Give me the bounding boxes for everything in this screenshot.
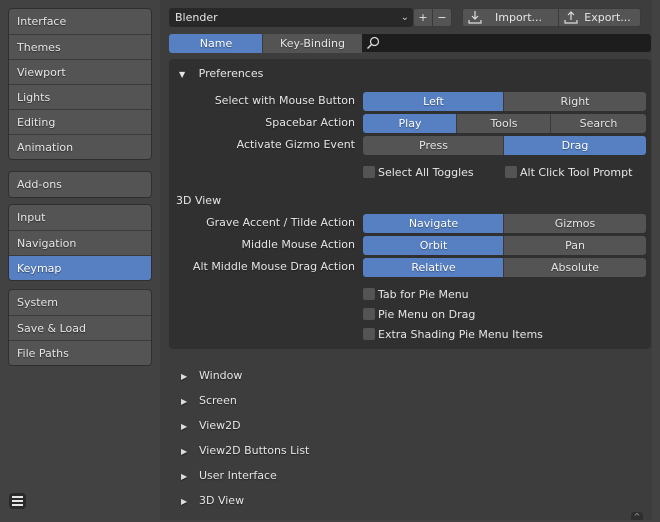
expanded-triangle-icon: ▼ [179, 70, 186, 79]
section-label: View2D [199, 419, 241, 432]
sidebar-item-editing[interactable]: Editing [9, 109, 151, 134]
filter-tab-key-binding[interactable]: Key-Binding [262, 34, 362, 53]
search-icon [367, 36, 380, 49]
pie-menu-on-drag-label: Pie Menu on Drag [378, 308, 476, 321]
section-label: 3D View [199, 494, 245, 507]
section-label: View2D Buttons List [199, 444, 310, 457]
nav-group-general: Interface Themes Viewport Lights Editing… [8, 8, 152, 160]
hamburger-menu-icon[interactable] [9, 493, 26, 509]
nav-group-input: Input Navigation Keymap [8, 204, 152, 281]
checkbox-box [505, 166, 517, 178]
checkbox-box [363, 328, 375, 340]
checkbox-box [363, 308, 375, 320]
sidebar-item-viewport[interactable]: Viewport [9, 59, 151, 84]
activate-gizmo-label: Activate Gizmo Event [236, 138, 355, 151]
sidebar-item-system[interactable]: System [9, 290, 151, 315]
extra-shading-pie-menu-label: Extra Shading Pie Menu Items [378, 328, 543, 341]
scroll-up-chevron-icon[interactable]: ^ [631, 512, 643, 521]
chevron-down-icon: ⌄ [400, 12, 409, 23]
sidebar-item-lights[interactable]: Lights [9, 84, 151, 109]
select-all-toggles-label: Select All Toggles [378, 166, 474, 179]
preferences-panel-header[interactable]: ▼ Preferences [179, 67, 263, 80]
tab-for-pie-menu-label: Tab for Pie Menu [378, 288, 469, 301]
preset-value: Blender [175, 11, 218, 24]
collapsed-triangle-icon: ▶ [181, 422, 188, 431]
scrollbar-track[interactable] [652, 0, 660, 520]
collapsed-triangle-icon: ▶ [181, 472, 188, 481]
select-mouse-button-label: Select with Mouse Button [214, 94, 355, 107]
import-icon [468, 10, 482, 29]
grave-gizmos-option[interactable]: Gizmos [503, 214, 646, 233]
select-mouse-left-option[interactable]: Left [363, 92, 504, 111]
preferences-sidebar: Interface Themes Viewport Lights Editing… [0, 0, 160, 520]
keymap-section-screen[interactable]: ▶ Screen [181, 394, 237, 407]
middle-mouse-action-label: Middle Mouse Action [241, 238, 355, 251]
spacebar-play-option[interactable]: Play [363, 114, 457, 133]
search-input[interactable] [362, 34, 651, 52]
spacebar-search-option[interactable]: Search [550, 114, 646, 133]
import-button[interactable]: Import... [462, 8, 559, 27]
gizmo-press-option[interactable]: Press [363, 136, 504, 155]
3d-view-section-title: 3D View [176, 194, 222, 207]
nav-group-addons: Add-ons [8, 171, 152, 198]
sidebar-item-animation[interactable]: Animation [9, 134, 151, 159]
preferences-panel: ▼ Preferences Select with Mouse Button L… [169, 59, 651, 349]
sidebar-item-addons[interactable]: Add-ons [9, 172, 151, 197]
sidebar-item-navigation[interactable]: Navigation [9, 230, 151, 255]
keymap-section-3d-view[interactable]: ▶ 3D View [181, 494, 244, 507]
keymap-section-window[interactable]: ▶ Window [181, 369, 242, 382]
nav-group-system: System Save & Load File Paths [8, 289, 152, 366]
section-label: User Interface [199, 469, 277, 482]
collapsed-triangle-icon: ▶ [181, 372, 188, 381]
alt-click-tool-prompt-label: Alt Click Tool Prompt [520, 166, 633, 179]
checkbox-box [363, 288, 375, 300]
preferences-title: Preferences [198, 67, 264, 80]
alt-middle-mouse-drag-label: Alt Middle Mouse Drag Action [192, 260, 355, 273]
export-button[interactable]: Export... [558, 8, 641, 27]
grave-navigate-option[interactable]: Navigate [363, 214, 504, 233]
sidebar-item-file-paths[interactable]: File Paths [9, 340, 151, 365]
sidebar-item-keymap[interactable]: Keymap [9, 255, 151, 280]
sidebar-item-interface[interactable]: Interface [9, 9, 151, 34]
collapsed-triangle-icon: ▶ [181, 497, 188, 506]
add-preset-button[interactable]: + [413, 8, 433, 27]
collapsed-triangle-icon: ▶ [181, 447, 188, 456]
select-mouse-right-option[interactable]: Right [503, 92, 646, 111]
keymap-section-user-interface[interactable]: ▶ User Interface [181, 469, 277, 482]
sidebar-item-themes[interactable]: Themes [9, 34, 151, 59]
section-label: Window [199, 369, 243, 382]
remove-preset-button[interactable]: − [432, 8, 452, 27]
alt-drag-absolute-option[interactable]: Absolute [503, 258, 646, 277]
export-label: Export... [584, 11, 631, 24]
collapsed-triangle-icon: ▶ [181, 397, 188, 406]
import-label: Import... [495, 11, 542, 24]
keymap-section-view2d[interactable]: ▶ View2D [181, 419, 241, 432]
alt-drag-relative-option[interactable]: Relative [363, 258, 504, 277]
export-icon [564, 10, 578, 29]
gizmo-drag-option[interactable]: Drag [503, 136, 646, 155]
checkbox-box [363, 166, 375, 178]
middle-mouse-orbit-option[interactable]: Orbit [363, 236, 504, 255]
spacebar-tools-option[interactable]: Tools [456, 114, 551, 133]
section-label: Screen [199, 394, 237, 407]
middle-mouse-pan-option[interactable]: Pan [503, 236, 646, 255]
filter-tab-name[interactable]: Name [169, 34, 263, 53]
sidebar-item-save-load[interactable]: Save & Load [9, 315, 151, 340]
grave-accent-action-label: Grave Accent / Tilde Action [206, 216, 355, 229]
keymap-section-view2d-buttons-list[interactable]: ▶ View2D Buttons List [181, 444, 309, 457]
spacebar-action-label: Spacebar Action [265, 116, 355, 129]
sidebar-item-input[interactable]: Input [9, 205, 151, 230]
keymap-preset-dropdown[interactable]: Blender ⌄ [169, 8, 413, 27]
